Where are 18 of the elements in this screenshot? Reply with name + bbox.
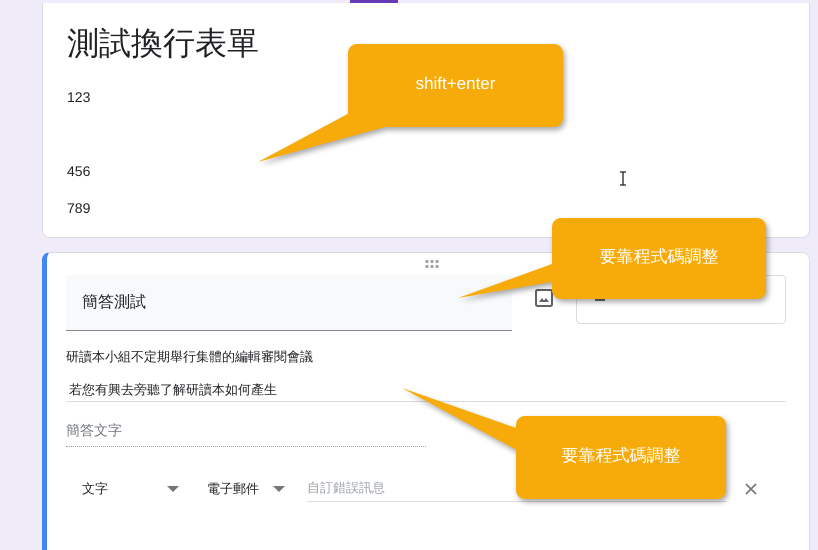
short-answer-field: 簡答文字 [66,422,426,447]
validation-type-select[interactable]: 文字 [82,480,108,498]
description-text: 456 [67,163,90,179]
question-title-field[interactable]: 簡答測試 [66,275,512,331]
text-cursor-icon [619,171,627,186]
callout-tooltip-text: 要靠程式碼調整 [560,444,682,466]
image-icon[interactable] [535,289,553,307]
description-text: 研讀本小組不定期舉行集體的編輯審閱會議 [66,348,314,366]
drag-handle-icon[interactable] [424,259,440,269]
description-text: 789 [67,200,90,216]
caret-icon[interactable] [273,486,285,492]
caret-icon[interactable] [167,486,179,492]
callout-tooltip-text: shift+enter [414,72,496,94]
callout-tooltip-text: 要靠程式碼調整 [598,246,720,268]
form-title: 測試換行表單 [67,24,260,63]
description-text: 123 [67,89,90,105]
validation-condition-select[interactable]: 電子郵件 [207,480,259,498]
close-icon[interactable] [745,482,757,494]
